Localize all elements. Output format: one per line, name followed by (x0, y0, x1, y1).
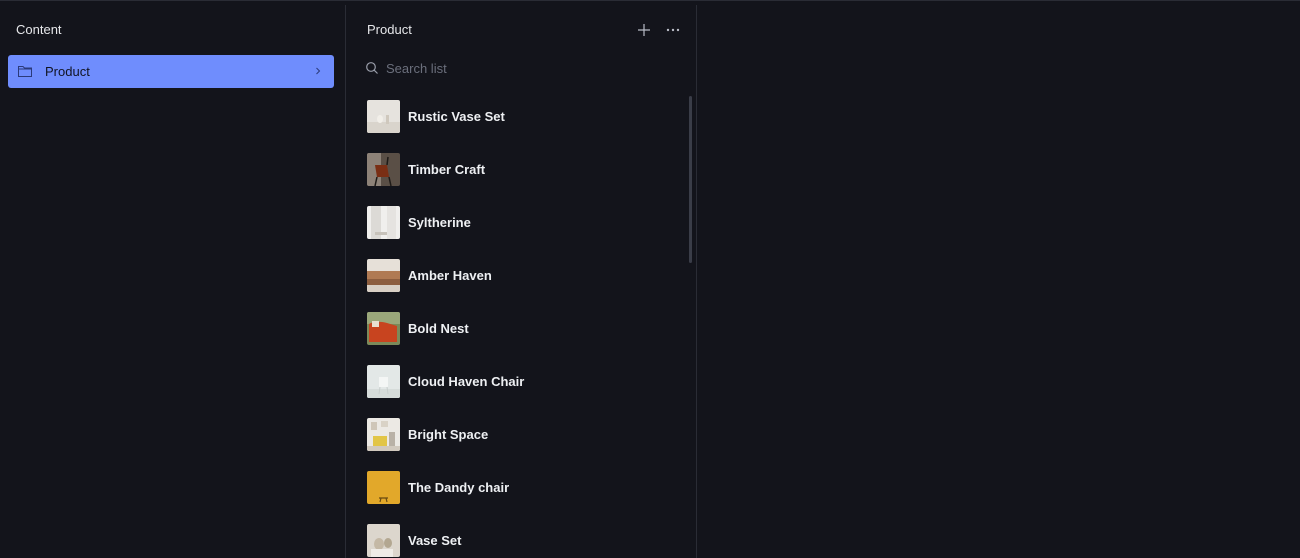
more-horizontal-icon[interactable] (665, 22, 681, 38)
list-item-label: Bold Nest (408, 321, 469, 336)
list-item-label: Timber Craft (408, 162, 486, 177)
app-window: Content Product Product Search list Rust… (0, 0, 1300, 558)
list-scrollbar[interactable] (689, 96, 692, 263)
vase-set-thumbnail (367, 524, 400, 557)
chevron-right-icon (316, 67, 321, 75)
list-item[interactable]: Rustic Vase Set (367, 100, 667, 133)
list-item[interactable]: Syltherine (367, 206, 667, 239)
list-item[interactable]: Bright Space (367, 418, 667, 451)
amber-haven-thumbnail (367, 259, 400, 292)
dandy-chair-thumbnail (367, 471, 400, 504)
plus-icon[interactable] (636, 22, 652, 38)
product-list-pane: Product Search list Rustic Vase Set Timb… (347, 5, 697, 558)
list-item-label: Bright Space (408, 427, 489, 442)
syltherine-thumbnail (367, 206, 400, 239)
list-item-label: The Dandy chair (408, 480, 510, 495)
timber-craft-thumbnail (367, 153, 400, 186)
search-input[interactable] (386, 57, 666, 79)
rustic-vase-thumbnail (367, 100, 400, 133)
folder-icon (18, 66, 32, 77)
bright-space-thumbnail (367, 418, 400, 451)
list-item[interactable]: Cloud Haven Chair (367, 365, 667, 398)
list-item-label: Vase Set (408, 533, 462, 548)
list-item[interactable]: The Dandy chair (367, 471, 667, 504)
content-pane-title: Content (16, 22, 62, 37)
search-icon (366, 62, 378, 74)
list-item[interactable]: Timber Craft (367, 153, 667, 186)
detail-pane (698, 5, 1300, 558)
list-item[interactable]: Amber Haven (367, 259, 667, 292)
list-item[interactable]: Vase Set (367, 524, 667, 557)
sidebar-item-label: Product (45, 64, 90, 79)
list-item-label: Cloud Haven Chair (408, 374, 525, 389)
product-list: Rustic Vase Set Timber Craft Syltherine … (347, 95, 696, 558)
list-item-label: Amber Haven (408, 268, 492, 283)
search-bar (363, 57, 679, 79)
list-item-label: Syltherine (408, 215, 471, 230)
list-pane-title: Product (367, 22, 412, 37)
list-item[interactable]: Bold Nest (367, 312, 667, 345)
cloud-haven-chair-thumbnail (367, 365, 400, 398)
bold-nest-thumbnail (367, 312, 400, 345)
list-item-label: Rustic Vase Set (408, 109, 505, 124)
content-pane: Content Product (0, 5, 346, 558)
sidebar-item-product[interactable]: Product (8, 55, 334, 88)
